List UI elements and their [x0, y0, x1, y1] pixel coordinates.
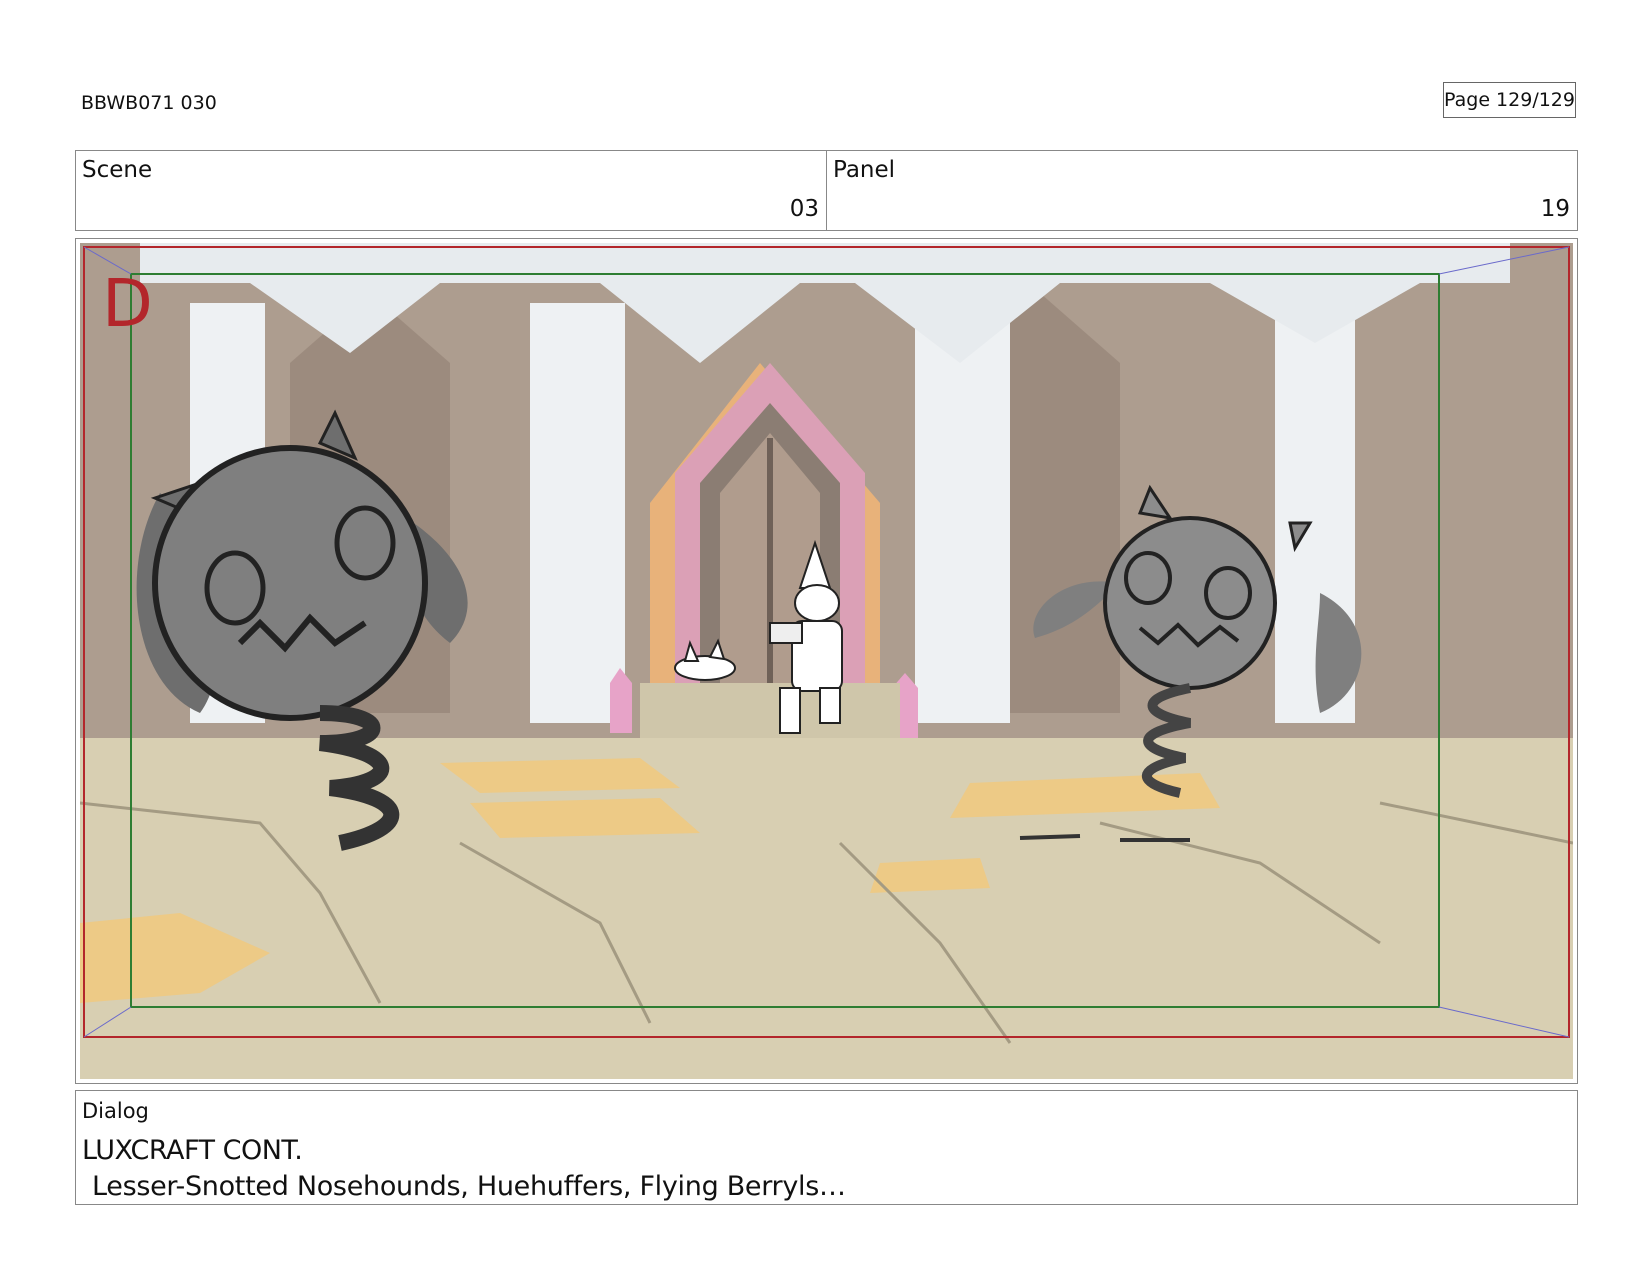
panel-cell: Panel 19 — [826, 151, 1577, 230]
dialog-label: Dialog — [82, 1099, 149, 1123]
panel-label: Panel — [833, 157, 896, 183]
page-indicator: Page 129/129 — [1443, 82, 1576, 118]
scene-number: 03 — [789, 196, 819, 222]
floor — [80, 738, 1573, 1079]
panel-number: 19 — [1540, 196, 1570, 222]
storyboard-frame: D — [80, 243, 1573, 1079]
scene-panel-header: Scene 03 Panel 19 — [75, 150, 1578, 231]
storyboard-panel: D — [75, 238, 1578, 1084]
document-id: BBWB071 030 — [81, 92, 217, 114]
scene-label: Scene — [82, 157, 153, 183]
steps — [640, 683, 900, 738]
pillar — [915, 303, 1010, 723]
panel-mark: D — [102, 265, 153, 342]
floor-patch — [440, 758, 680, 793]
floor-patch — [470, 798, 700, 838]
dialog-line: Lesser-Snotted Nosehounds, Huehuffers, F… — [92, 1171, 846, 1202]
floor-patch — [870, 858, 990, 893]
scene-cell: Scene 03 — [76, 151, 826, 230]
dialog-section: Dialog LUXCRAFT CONT. Lesser-Snotted Nos… — [75, 1090, 1578, 1205]
pillar — [530, 303, 625, 723]
dialog-speaker: LUXCRAFT CONT. — [82, 1135, 303, 1166]
